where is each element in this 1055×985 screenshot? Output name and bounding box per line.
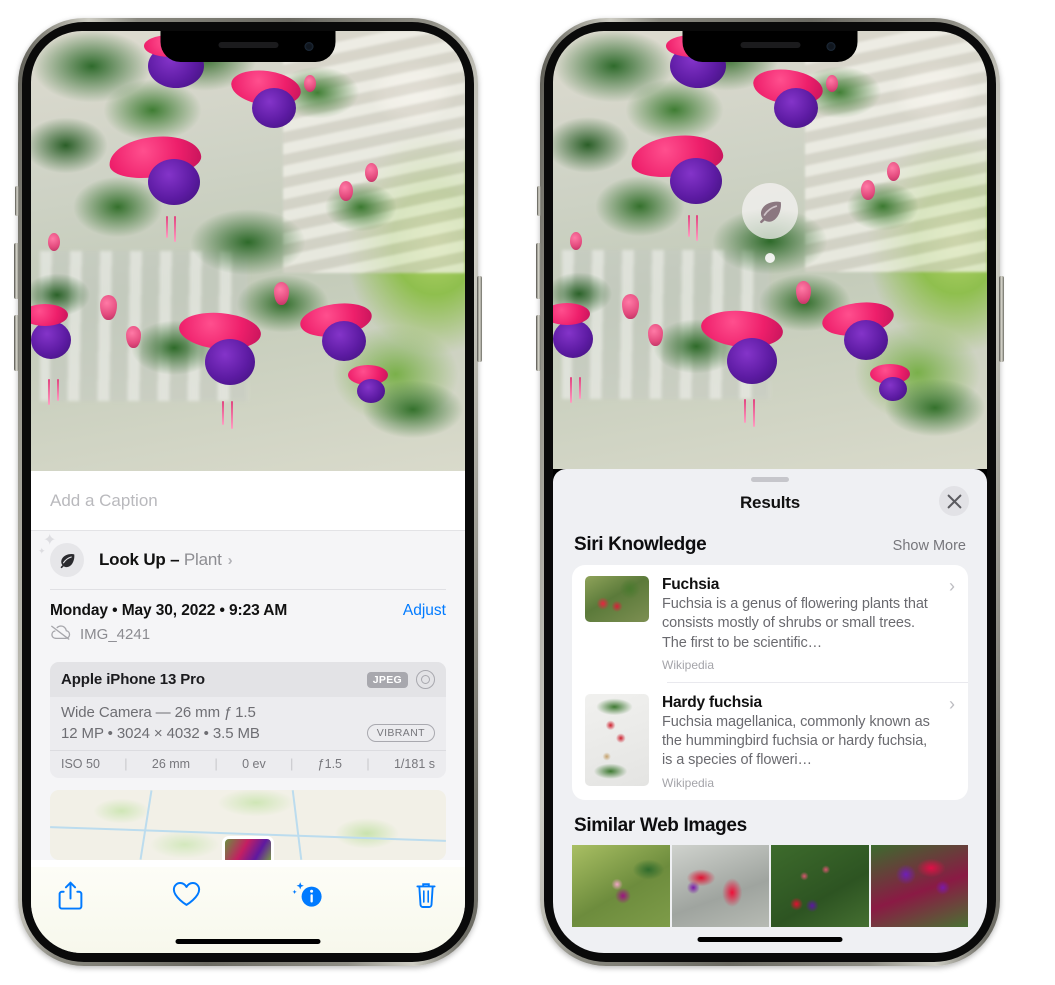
exif-iso: ISO 50 [61,757,100,771]
camera-card-body: Wide Camera — 26 mm ƒ 1.5 12 MP • 3024 ×… [50,697,446,750]
volume-up-button[interactable] [14,243,19,299]
caption-input[interactable]: Add a Caption [31,471,465,531]
exif-exposure-value: 0 ev [242,757,266,771]
adjust-button[interactable]: Adjust [403,602,446,620]
camera-card-header: Apple iPhone 13 Pro JPEG [50,662,446,697]
leaf-icon: ✦ ✦ [38,533,84,577]
web-image-thumbnail[interactable] [771,844,869,927]
result-title: Hardy fuchsia [662,693,762,711]
result-source: Wikipedia [662,775,715,790]
exif-separator: | [290,757,294,771]
photo-filename-row: IMG_4241 [50,625,446,644]
aperture-icon [416,670,435,689]
show-more-button[interactable]: Show More [893,538,966,554]
home-indicator[interactable] [697,937,843,942]
right-iphone-device: Results Siri Knowledge Show More Fuchsia… [536,18,1004,966]
look-up-subject: Plant [183,550,222,569]
color-profile-badge: VIBRANT [366,724,435,742]
exif-aperture: ƒ1.5 [317,757,343,771]
home-indicator[interactable] [175,939,321,944]
notch [682,31,858,62]
web-image-thumbnail[interactable] [671,844,769,927]
section-title: Similar Web Images [574,814,747,836]
sparkle-icon-small: ✦ [38,546,46,556]
file-format-badge: JPEG [366,671,408,688]
camera-device-name: Apple iPhone 13 Pro [61,671,205,688]
photo-info-sheet: Add a Caption ✦ ✦ Look Up – Plant › Mond… [31,471,465,953]
look-up-label: Look Up – Plant › [99,550,233,570]
chevron-right-icon: › [949,693,955,714]
heart-icon[interactable] [172,881,201,907]
photo-metadata: Monday • May 30, 2022 • 9:23 AM Adjust I… [31,589,465,652]
result-thumbnail [585,576,649,622]
exif-separator: | [214,757,218,771]
power-button[interactable] [999,276,1004,362]
photo-filename: IMG_4241 [80,626,151,643]
similar-web-images-header: Similar Web Images [553,800,987,845]
exif-separator: | [124,757,128,771]
result-thumbnail [585,693,649,786]
exif-separator: | [366,757,370,771]
look-up-prefix: Look Up – [99,550,184,569]
results-sheet: Results Siri Knowledge Show More Fuchsia… [553,469,987,953]
divider [50,589,446,590]
power-button[interactable] [477,276,482,362]
photo-toolbar [31,867,465,953]
web-image-thumbnail[interactable] [870,844,968,927]
close-icon[interactable] [939,486,969,516]
right-phone-screen: Results Siri Knowledge Show More Fuchsia… [553,31,987,953]
chevron-right-icon: › [949,576,955,596]
look-up-row[interactable]: ✦ ✦ Look Up – Plant › [31,531,465,589]
list-item[interactable]: Hardy fuchsia Fuchsia magellanica, commo… [572,683,968,800]
exif-shutter-speed: 1/181 s [393,757,435,771]
section-title: Siri Knowledge [574,534,707,555]
similar-web-images-strip [553,844,987,927]
camera-info-card[interactable]: Apple iPhone 13 Pro JPEG Wide Camera — 2… [50,662,446,778]
chevron-right-icon: › [227,552,233,569]
cloud-slash-icon [50,625,71,644]
result-description: Fuchsia is a genus of flowering plants t… [662,596,928,651]
visual-lookup-leaf-badge[interactable] [742,183,798,239]
web-image-thumbnail[interactable] [572,844,670,927]
front-camera-icon [826,42,836,51]
photo-viewer[interactable] [31,31,465,471]
result-title: Fuchsia [662,576,720,593]
photo-blossoms [31,31,465,471]
siri-knowledge-header: Siri Knowledge Show More [553,524,987,565]
exif-row: ISO 50 | 26 mm | 0 ev | ƒ1.5 | 1/181 s [50,750,446,778]
list-item[interactable]: Fuchsia Fuchsia is a genus of flowering … [572,565,968,682]
siri-knowledge-card: Fuchsia Fuchsia is a genus of flowering … [572,565,968,800]
volume-down-button[interactable] [14,315,19,371]
info-sparkle-icon[interactable] [291,881,325,911]
photo-blossoms [553,31,987,469]
earpiece-speaker [218,42,278,48]
notch [160,31,336,62]
photo-dimensions: 12 MP • 3024 × 4032 • 3.5 MB [61,724,260,742]
screenshot-stage: Add a Caption ✦ ✦ Look Up – Plant › Mond… [0,0,1055,985]
trash-icon[interactable] [414,881,438,909]
camera-lens-info: Wide Camera — 26 mm ƒ 1.5 [61,704,256,721]
left-phone-screen: Add a Caption ✦ ✦ Look Up – Plant › Mond… [31,31,465,953]
result-source: Wikipedia [662,657,715,672]
earpiece-speaker [740,42,800,48]
front-camera-icon [304,42,314,51]
left-iphone-device: Add a Caption ✦ ✦ Look Up – Plant › Mond… [14,18,482,966]
visual-lookup-anchor-dot [765,253,775,263]
map-photo-pin [222,836,274,860]
volume-up-button[interactable] [536,243,541,299]
share-icon[interactable] [58,881,83,910]
volume-down-button[interactable] [536,315,541,371]
location-map-thumbnail[interactable] [50,790,446,860]
photo-date: Monday • May 30, 2022 • 9:23 AM [50,602,288,619]
silent-switch[interactable] [537,186,541,216]
page-title: Results [739,493,800,512]
lookup-section: ✦ ✦ Look Up – Plant › Monday • May 30, 2… [31,531,465,860]
result-description: Fuchsia magellanica, commonly known as t… [662,713,930,769]
exif-focal-length: 26 mm [151,757,191,771]
results-header: Results [553,482,987,524]
silent-switch[interactable] [15,186,19,216]
photo-viewer[interactable] [553,31,987,469]
